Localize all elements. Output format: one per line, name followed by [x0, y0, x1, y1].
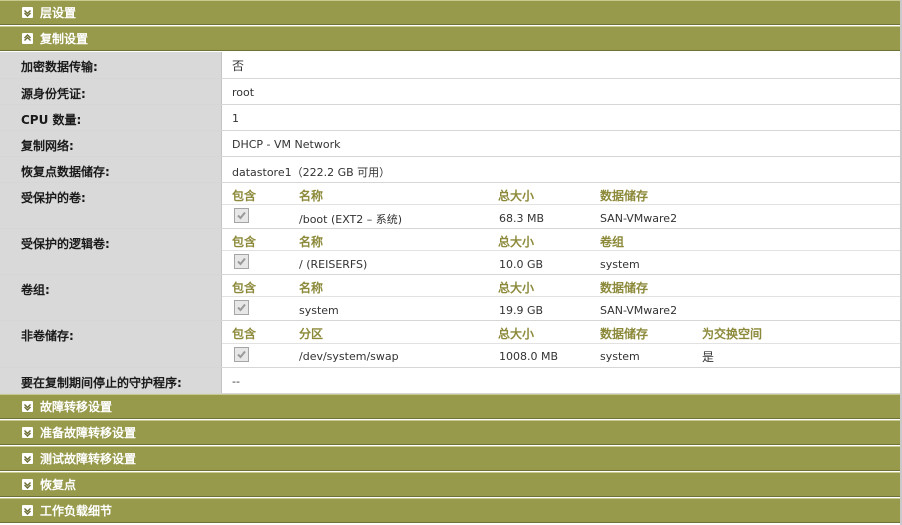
chevron-up-icon [22, 33, 33, 44]
field-row-credentials: 源身份凭证: root [0, 79, 902, 105]
column-header: 名称 [299, 235, 324, 249]
column-header: 数据储存 [600, 281, 649, 295]
logical-volume-name: / (REISERFS) [299, 258, 368, 271]
partition-swap: 是 [702, 350, 715, 364]
column-header: 总大小 [498, 189, 535, 203]
volume-groups-row: 卷组: 包含 名称 总大小 数据储存 system 19.9 GB SAN-VM… [0, 275, 902, 321]
divider [222, 296, 902, 297]
network-value: DHCP - VM Network [222, 131, 902, 156]
logical-volume-size: 10.0 GB [499, 258, 544, 271]
section-failover-settings[interactable]: 故障转移设置 [0, 394, 902, 419]
volume-group-size: 19.9 GB [499, 304, 544, 317]
field-row-restore-store: 恢复点数据储存: datastore1（222.2 GB 可用） [0, 157, 902, 183]
column-header: 总大小 [498, 235, 535, 249]
include-checkbox[interactable] [234, 300, 249, 315]
column-header: 包含 [232, 327, 257, 341]
column-header: 名称 [299, 189, 324, 203]
chevron-down-icon [22, 7, 33, 18]
chevron-down-icon [22, 479, 33, 490]
section-label: 恢复点 [40, 478, 77, 492]
section-label: 测试故障转移设置 [40, 452, 137, 466]
column-header: 总大小 [498, 281, 535, 295]
protected-logical-volumes-table: 包含 名称 总大小 卷组 / (REISERFS) 10.0 GB system [222, 229, 902, 274]
chevron-down-icon [22, 505, 33, 516]
field-label: 非卷储存: [0, 321, 222, 367]
column-header: 包含 [232, 235, 257, 249]
protected-volumes-row: 受保护的卷: 包含 名称 总大小 数据储存 /boot (EXT2 – 系统) … [0, 183, 902, 229]
field-row-network: 复制网络: DHCP - VM Network [0, 131, 902, 157]
volume-group-store: SAN-VMware2 [600, 304, 678, 317]
partition-size: 1008.0 MB [499, 350, 559, 363]
protected-volumes-table: 包含 名称 总大小 数据储存 /boot (EXT2 – 系统) 68.3 MB… [222, 183, 902, 228]
field-label: 加密数据传输: [0, 52, 222, 78]
volume-group-name: system [299, 304, 339, 317]
volume-name: /boot (EXT2 – 系统) [299, 213, 403, 226]
protected-logical-volumes-row: 受保护的逻辑卷: 包含 名称 总大小 卷组 / (REISERFS) 10.0 … [0, 229, 902, 275]
column-header: 数据储存 [600, 189, 649, 203]
section-replication-settings[interactable]: 复制设置 [0, 26, 902, 51]
column-header: 名称 [299, 281, 324, 295]
field-row-encryption: 加密数据传输: 否 [0, 52, 902, 79]
non-volume-storage-row: 非卷储存: 包含 分区 总大小 数据储存 为交换空间 /dev/system/s… [0, 321, 902, 368]
field-label: 受保护的卷: [0, 183, 222, 228]
field-label: 卷组: [0, 275, 222, 320]
section-label: 准备故障转移设置 [40, 426, 137, 440]
daemons-value: -- [222, 368, 902, 393]
volume-size: 68.3 MB [499, 212, 545, 225]
field-label: 复制网络: [0, 131, 222, 156]
checkmark-icon [237, 257, 246, 266]
divider [222, 204, 902, 205]
non-volume-storage-table: 包含 分区 总大小 数据储存 为交换空间 /dev/system/swap 10… [222, 321, 902, 367]
column-header: 数据储存 [600, 327, 649, 341]
column-header: 包含 [232, 281, 257, 295]
divider [222, 250, 902, 251]
column-header: 包含 [232, 189, 257, 203]
volume-store: SAN-VMware2 [600, 212, 678, 225]
chevron-down-icon [22, 453, 33, 464]
logical-volume-group: system [600, 258, 640, 271]
field-label: CPU 数量: [0, 105, 222, 130]
chevron-down-icon [22, 427, 33, 438]
section-label: 工作负载细节 [40, 504, 113, 518]
divider [222, 343, 902, 344]
column-header: 为交换空间 [702, 327, 763, 341]
checkmark-icon [237, 350, 246, 359]
include-checkbox[interactable] [234, 208, 249, 223]
include-checkbox[interactable] [234, 254, 249, 269]
section-recovery-points[interactable]: 恢复点 [0, 472, 902, 497]
include-checkbox[interactable] [234, 347, 249, 362]
section-label: 层设置 [40, 6, 77, 20]
field-label: 恢复点数据储存: [0, 157, 222, 182]
checkmark-icon [237, 303, 246, 312]
field-row-daemons: 要在复制期间停止的守护程序: -- [0, 368, 902, 394]
volume-groups-table: 包含 名称 总大小 数据储存 system 19.9 GB SAN-VMware… [222, 275, 902, 320]
section-workload-details[interactable]: 工作负载细节 [0, 498, 902, 523]
cpu-value: 1 [222, 105, 902, 130]
section-test-failover-settings[interactable]: 测试故障转移设置 [0, 446, 902, 471]
field-label: 受保护的逻辑卷: [0, 229, 222, 274]
field-row-cpu: CPU 数量: 1 [0, 105, 902, 131]
encryption-value: 否 [222, 52, 902, 78]
field-label: 要在复制期间停止的守护程序: [0, 368, 222, 393]
partition-store: system [600, 350, 640, 363]
column-header: 卷组 [600, 235, 625, 249]
chevron-down-icon [22, 401, 33, 412]
column-header: 分区 [299, 327, 324, 341]
section-label: 故障转移设置 [40, 400, 113, 414]
section-label: 复制设置 [40, 32, 89, 46]
restore-store-value: datastore1（222.2 GB 可用） [222, 157, 902, 182]
field-label: 源身份凭证: [0, 79, 222, 104]
section-layer-settings[interactable]: 层设置 [0, 0, 902, 25]
checkmark-icon [237, 211, 246, 220]
partition-name: /dev/system/swap [299, 350, 399, 363]
section-prepare-failover-settings[interactable]: 准备故障转移设置 [0, 420, 902, 445]
credentials-value: root [222, 79, 902, 104]
column-header: 总大小 [498, 327, 535, 341]
